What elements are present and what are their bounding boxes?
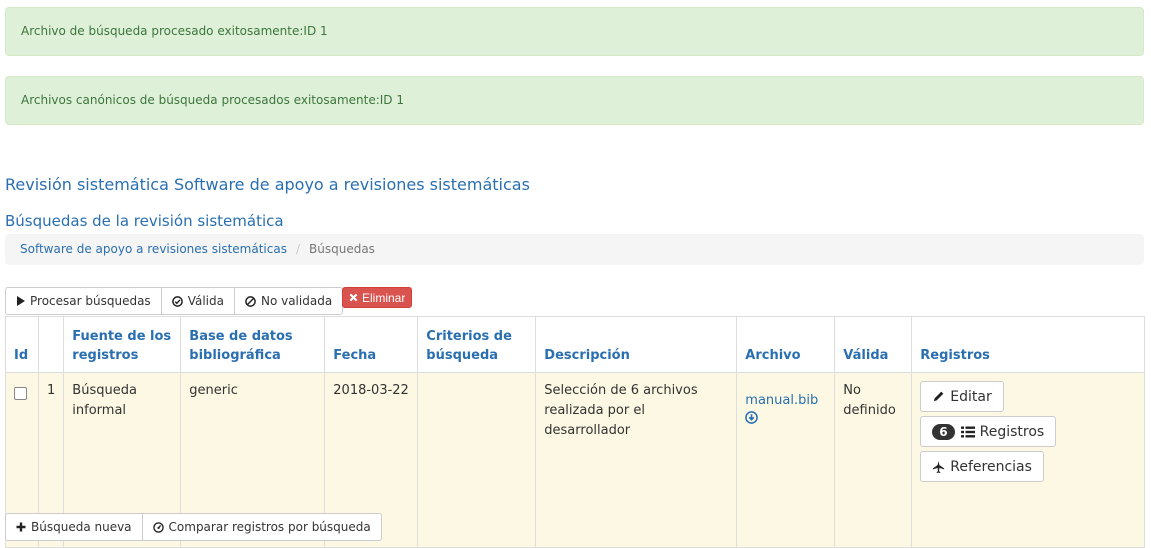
records-count-badge: 6 — [932, 423, 955, 440]
file-download-link[interactable]: manual.bib — [745, 393, 818, 408]
column-header-records[interactable]: Registros — [911, 316, 1145, 373]
records-button[interactable]: 6 Registros — [920, 416, 1057, 447]
download-circle-icon[interactable] — [745, 411, 759, 424]
column-header-id[interactable]: Id — [5, 316, 39, 373]
mark-valid-label: Válida — [187, 294, 224, 308]
page-subtitle: Búsquedas de la revisión sistemática — [5, 212, 284, 230]
references-label: Referencias — [950, 458, 1032, 475]
process-searches-button[interactable]: Procesar búsquedas — [5, 287, 162, 315]
search-toolbar: Procesar búsquedas Válida No validada — [5, 287, 344, 315]
column-header-database[interactable]: Base de datos bibliográfica — [180, 316, 326, 373]
mark-not-valid-button[interactable]: No validada — [233, 287, 344, 315]
bottom-toolbar: Búsqueda nueva Comparar registros por bú… — [5, 513, 382, 541]
column-header-description[interactable]: Descripción — [535, 316, 738, 373]
row-file-cell: manual.bib — [736, 372, 836, 548]
success-alert-canonical-processed: Archivos canónicos de búsqueda procesado… — [5, 76, 1144, 125]
column-header-date[interactable]: Fecha — [324, 316, 419, 373]
references-button[interactable]: Referencias — [920, 451, 1044, 482]
column-header-criteria[interactable]: Criterios de búsqueda — [417, 316, 537, 373]
success-alert-file-processed: Archivo de búsqueda procesado exitosamen… — [5, 7, 1144, 56]
play-icon — [17, 296, 25, 306]
list-icon — [960, 426, 975, 437]
row-criteria-cell — [417, 372, 537, 548]
row-checkbox[interactable] — [14, 387, 27, 400]
edit-button[interactable]: Editar — [920, 381, 1004, 412]
plus-icon — [16, 522, 26, 532]
alert-message: Archivos canónicos de búsqueda procesado… — [21, 93, 404, 107]
row-actions-cell: Editar 6 Registros Referencias — [911, 372, 1145, 548]
column-header-valid[interactable]: Válida — [834, 316, 913, 373]
mark-valid-button[interactable]: Válida — [160, 287, 235, 315]
delete-label: Eliminar — [362, 290, 406, 305]
process-searches-label: Procesar búsquedas — [30, 294, 151, 308]
breadcrumb-separator: / — [295, 242, 300, 256]
mark-not-valid-label: No validada — [260, 294, 333, 308]
records-label: Registros — [979, 423, 1045, 440]
page-title: Revisión sistemática Software de apoyo a… — [5, 175, 530, 194]
row-description-cell: Selección de 6 archivos realizada por el… — [535, 372, 738, 548]
compare-records-label: Comparar registros por búsqueda — [168, 520, 371, 534]
table-header-row: Id Fuente de los registros Base de datos… — [5, 316, 1145, 373]
edit-label: Editar — [950, 388, 992, 405]
breadcrumb-link-review[interactable]: Software de apoyo a revisiones sistemáti… — [20, 242, 287, 256]
column-header-source[interactable]: Fuente de los registros — [63, 316, 182, 373]
delete-button[interactable]: Eliminar — [342, 287, 413, 308]
column-header-file[interactable]: Archivo — [736, 316, 836, 373]
breadcrumb-current: Búsquedas — [309, 242, 375, 256]
row-valid-cell: No definido — [834, 372, 913, 548]
new-search-label: Búsqueda nueva — [31, 520, 132, 534]
column-header-row-number — [37, 316, 65, 373]
alert-message: Archivo de búsqueda procesado exitosamen… — [21, 24, 328, 38]
compare-records-button[interactable]: Comparar registros por búsqueda — [141, 513, 382, 541]
plane-icon — [933, 460, 945, 473]
x-icon — [349, 293, 358, 302]
pencil-icon — [934, 391, 944, 402]
check-circle-icon — [171, 295, 183, 307]
ban-icon — [245, 295, 256, 307]
dashboard-icon — [152, 521, 164, 533]
breadcrumb: Software de apoyo a revisiones sistemáti… — [5, 234, 1144, 265]
new-search-button[interactable]: Búsqueda nueva — [5, 513, 143, 541]
